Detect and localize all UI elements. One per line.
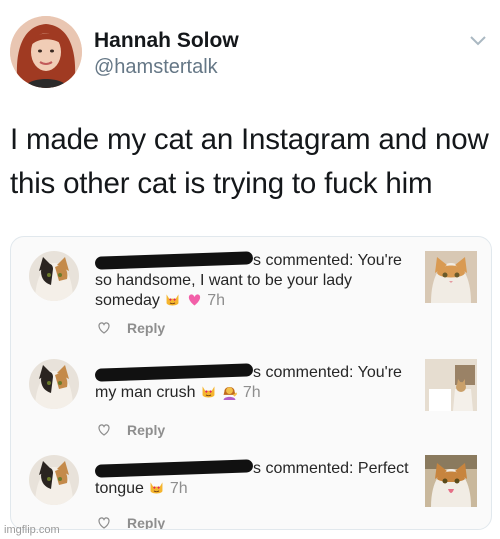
author-avatar[interactable] [10,16,82,88]
comment-prefix: s commented: You're [253,252,402,269]
redaction-mark [94,363,254,383]
reply-button[interactable]: Reply [127,515,165,529]
reply-button[interactable]: Reply [127,320,165,336]
instagram-comments-screenshot: s commented: You're so handsome, I want … [10,236,492,530]
redaction-mark [94,459,254,479]
chevron-down-icon[interactable] [468,34,488,48]
tweet-text: I made my cat an Instagram and now this … [10,123,489,200]
comment-body: my man crush [95,384,196,401]
heart-eyes-cat-icon [166,294,179,306]
commenter-avatar[interactable] [29,359,79,409]
comment-prefix: s commented: You're [253,364,402,381]
author-name[interactable]: Hannah Solow [94,28,239,54]
watermark: imgflip.com [4,524,60,536]
pink-heart-icon [188,294,200,306]
comment-text: s commented: You're so handsome, I want … [94,251,415,311]
comment-text: s commented: Perfect tongue 7h [94,459,415,499]
author-handle[interactable]: @hamstertalk [94,54,239,80]
like-heart-icon[interactable] [97,321,111,334]
redaction-mark [94,251,254,271]
commenter-avatar[interactable] [29,455,79,505]
woman-tipping-hand-icon [223,387,238,400]
comment-time: 7h [207,292,226,309]
post-thumbnail[interactable] [425,455,477,507]
post-thumbnail[interactable] [425,359,477,411]
like-heart-icon[interactable] [97,423,111,436]
heart-eyes-cat-icon [202,386,215,398]
comment-body: tongue [95,480,144,497]
comment-time: 7h [169,480,188,497]
like-heart-icon[interactable] [97,516,111,529]
comment-prefix: s commented: Perfect [253,460,409,477]
heart-eyes-cat-icon [150,482,163,494]
comment-time: 7h [242,384,261,401]
commenter-avatar[interactable] [29,251,79,301]
comment-text: s commented: You're my man crush 7h [94,363,415,403]
post-thumbnail[interactable] [425,251,477,303]
tweet-header: Hannah Solow @hamstertalk [10,16,490,92]
reply-button[interactable]: Reply [127,422,165,438]
